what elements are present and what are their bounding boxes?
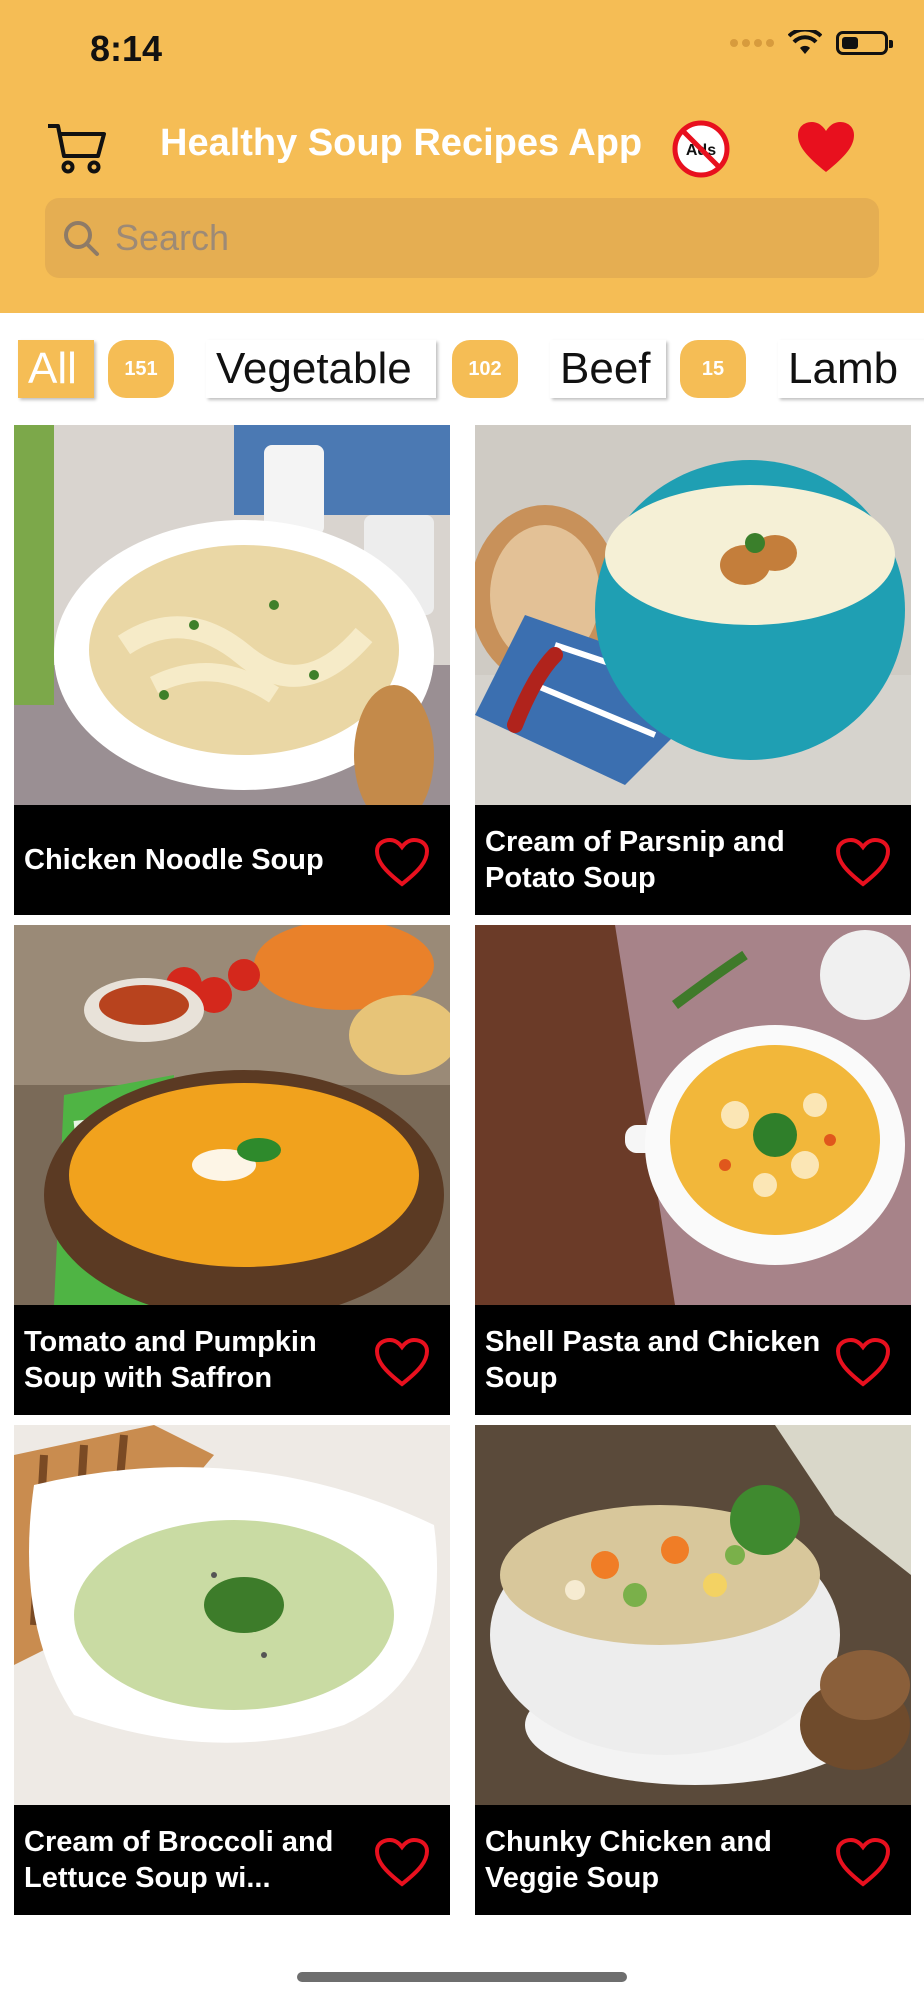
recipe-card[interactable]: Cream of Parsnip and Potato Soup: [475, 425, 911, 915]
pumpkin-soup-photo: [14, 925, 450, 1305]
recipe-name: Tomato and Pumpkin Soup with Saffron: [24, 1326, 317, 1394]
app-header: 8:14 Healthy Soup Recipes App Ads: [0, 0, 924, 313]
heart-outline-icon[interactable]: [835, 837, 891, 887]
broccoli-soup-photo: [14, 1425, 450, 1805]
category-count-all: 151: [108, 340, 174, 398]
category-bar[interactable]: All 151 Vegetable 102 Beef 15 Lamb: [0, 330, 924, 406]
category-chip-lamb[interactable]: Lamb: [778, 340, 924, 398]
no-ads-icon[interactable]: Ads: [672, 120, 730, 178]
category-chip-all[interactable]: All: [18, 340, 94, 398]
recipe-name: Cream of Parsnip and Potato Soup: [485, 826, 785, 894]
status-time: 8:14: [90, 28, 163, 69]
heart-outline-icon[interactable]: [374, 1837, 430, 1887]
pasta-soup-photo: [475, 925, 911, 1305]
app-title: Healthy Soup Recipes App: [160, 122, 643, 164]
veggie-soup-photo: [475, 1425, 911, 1805]
heart-outline-icon[interactable]: [374, 1337, 430, 1387]
recipe-name: Cream of Broccoli and Lettuce Soup wi...: [24, 1826, 334, 1894]
recipe-name: Chunky Chicken and Veggie Soup: [485, 1826, 772, 1894]
signal-icon: [730, 39, 774, 47]
category-count-beef: 15: [680, 340, 746, 398]
search-icon: [64, 221, 99, 256]
recipe-card[interactable]: Cream of Broccoli and Lettuce Soup wi...: [14, 1425, 450, 1915]
recipe-name: Chicken Noodle Soup: [24, 844, 324, 876]
favorites-heart-icon[interactable]: [796, 120, 856, 174]
status-indicators: [730, 30, 893, 56]
parsnip-soup-photo: [475, 425, 911, 805]
home-indicator[interactable]: [297, 1972, 627, 1982]
noodle-soup-photo: [14, 425, 450, 805]
recipe-card[interactable]: Chicken Noodle Soup: [14, 425, 450, 915]
battery-icon: [836, 31, 893, 55]
heart-outline-icon[interactable]: [835, 1837, 891, 1887]
heart-outline-icon[interactable]: [374, 837, 430, 887]
search-input[interactable]: [113, 216, 817, 260]
category-chip-beef[interactable]: Beef: [550, 340, 666, 398]
category-chip-vegetable[interactable]: Vegetable: [206, 340, 436, 398]
cart-icon[interactable]: [46, 122, 108, 176]
wifi-icon: [788, 30, 822, 54]
recipe-card[interactable]: Chunky Chicken and Veggie Soup: [475, 1425, 911, 1915]
recipe-card[interactable]: Shell Pasta and Chicken Soup: [475, 925, 911, 1415]
search-bar[interactable]: [45, 198, 879, 278]
recipe-name: Shell Pasta and Chicken Soup: [485, 1326, 821, 1394]
heart-outline-icon[interactable]: [835, 1337, 891, 1387]
category-count-vegetable: 102: [452, 340, 518, 398]
battery-level: [842, 37, 858, 49]
recipe-card[interactable]: Tomato and Pumpkin Soup with Saffron: [14, 925, 450, 1415]
